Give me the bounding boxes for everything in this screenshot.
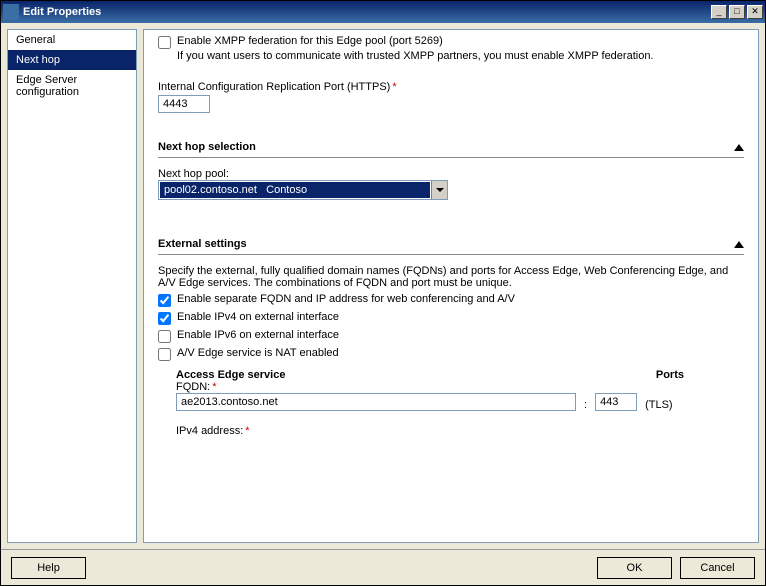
next-hop-section-header[interactable]: Next hop selection	[158, 141, 744, 153]
ports-header: Ports	[656, 369, 684, 381]
av-edge-nat-label: A/V Edge service is NAT enabled	[177, 347, 339, 359]
replication-port-input[interactable]	[158, 95, 210, 113]
combo-dropdown-button[interactable]	[431, 181, 447, 199]
sidebar-item-general[interactable]: General	[8, 30, 136, 50]
access-edge-fqdn-input[interactable]	[176, 393, 576, 411]
sidebar-item-edge-server-config[interactable]: Edge Server configuration	[8, 70, 136, 102]
close-button[interactable]: ✕	[747, 5, 763, 19]
help-button[interactable]: Help	[11, 557, 86, 579]
minimize-button[interactable]: _	[711, 5, 727, 19]
next-hop-pool-selected: pool02.contoso.net Contoso	[160, 182, 430, 198]
window-title: Edit Properties	[23, 6, 711, 18]
ok-button[interactable]: OK	[597, 557, 672, 579]
enable-separate-fqdn-checkbox[interactable]	[158, 294, 171, 307]
app-icon	[3, 4, 19, 20]
external-section-title: External settings	[158, 238, 247, 250]
nav-sidebar: General Next hop Edge Server configurati…	[7, 29, 137, 543]
collapse-icon	[734, 241, 744, 248]
next-hop-section-title: Next hop selection	[158, 141, 256, 153]
enable-xmpp-checkbox[interactable]	[158, 36, 171, 49]
required-asterisk: *	[245, 425, 249, 437]
fqdn-label: FQDN:	[176, 381, 210, 393]
collapse-icon	[734, 144, 744, 151]
chevron-down-icon	[436, 188, 444, 192]
button-bar: Help OK Cancel	[1, 549, 765, 585]
cancel-button[interactable]: Cancel	[680, 557, 755, 579]
colon-separator: :	[584, 399, 587, 411]
external-description: Specify the external, fully qualified do…	[158, 265, 744, 289]
content-panel: If you want users to communicate with tr…	[143, 29, 759, 543]
replication-port-label: Internal Configuration Replication Port …	[158, 81, 390, 93]
xmpp-note: If you want users to communicate with tr…	[177, 50, 654, 62]
enable-ipv4-label: Enable IPv4 on external interface	[177, 311, 339, 323]
ipv4-address-label: IPv4 address:	[176, 425, 243, 437]
next-hop-pool-combo[interactable]: pool02.contoso.net Contoso	[158, 180, 448, 200]
required-asterisk: *	[392, 81, 396, 93]
sidebar-item-next-hop[interactable]: Next hop	[8, 50, 136, 70]
enable-ipv6-label: Enable IPv6 on external interface	[177, 329, 339, 341]
enable-separate-fqdn-label: Enable separate FQDN and IP address for …	[177, 293, 515, 305]
maximize-button[interactable]: □	[729, 5, 745, 19]
av-edge-nat-checkbox[interactable]	[158, 348, 171, 361]
edit-properties-window: Edit Properties _ □ ✕ General Next hop E…	[0, 0, 766, 586]
access-edge-header: Access Edge service	[176, 369, 285, 381]
required-asterisk: *	[212, 381, 216, 393]
external-section-header[interactable]: External settings	[158, 238, 744, 250]
enable-ipv4-checkbox[interactable]	[158, 312, 171, 325]
titlebar: Edit Properties _ □ ✕	[1, 1, 765, 23]
tls-label: (TLS)	[645, 399, 673, 411]
next-hop-pool-label: Next hop pool:	[158, 168, 744, 180]
enable-xmpp-label: Enable XMPP federation for this Edge poo…	[177, 35, 654, 47]
enable-ipv6-checkbox[interactable]	[158, 330, 171, 343]
access-edge-port-input[interactable]	[595, 393, 637, 411]
